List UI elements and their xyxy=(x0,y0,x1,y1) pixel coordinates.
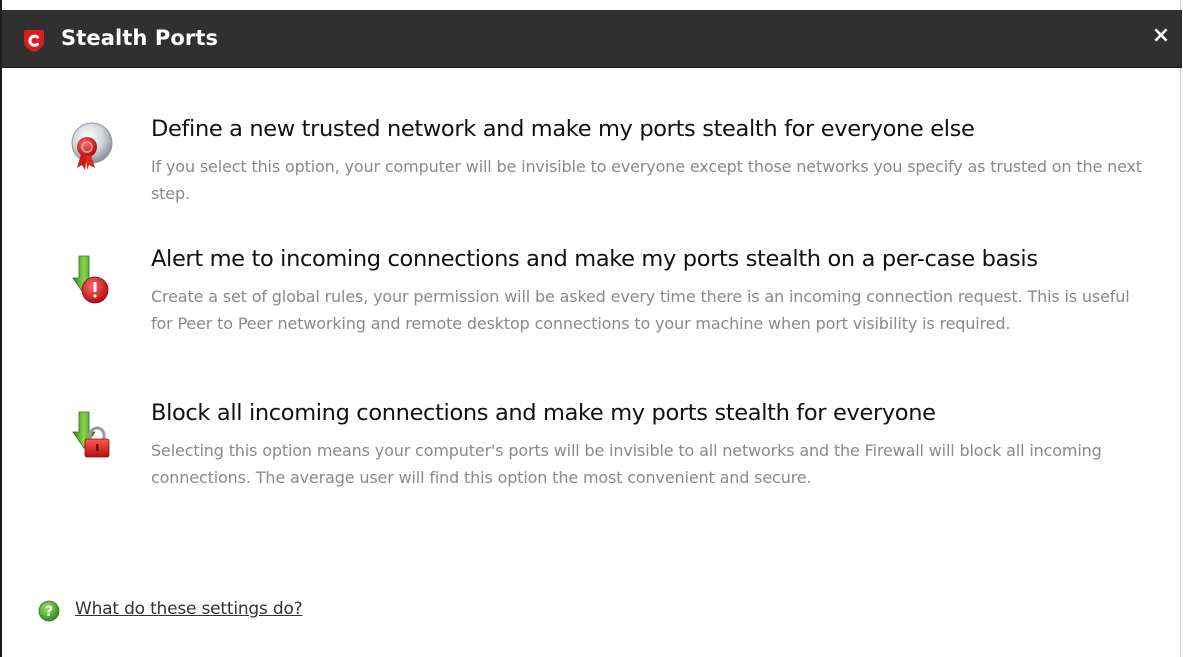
svg-text:?: ? xyxy=(45,604,53,620)
option-title: Define a new trusted network and make my… xyxy=(151,116,975,142)
block-connection-icon xyxy=(72,411,110,458)
close-icon[interactable]: × xyxy=(1150,24,1172,48)
trusted-network-icon xyxy=(71,122,113,170)
option-title: Block all incoming connections and make … xyxy=(151,400,936,426)
option-description: If you select this option, your computer… xyxy=(151,157,1142,203)
help-icon[interactable]: ? xyxy=(38,600,60,622)
alert-connection-icon xyxy=(72,255,109,304)
help-link[interactable]: What do these settings do? xyxy=(75,599,303,619)
option-description: Create a set of global rules, your permi… xyxy=(151,287,1130,333)
option-trusted-network[interactable]: Define a new trusted network and make my… xyxy=(62,116,1172,216)
option-title: Alert me to incoming connections and mak… xyxy=(151,246,1038,272)
window-title: Stealth Ports xyxy=(61,26,219,50)
comodo-logo-icon xyxy=(24,30,44,52)
option-alert-connections[interactable]: Alert me to incoming connections and mak… xyxy=(62,246,1172,374)
option-description: Selecting this option means your compute… xyxy=(151,441,1102,487)
title-bar[interactable]: Stealth Ports × xyxy=(2,10,1182,68)
stealth-ports-dialog: Stealth Ports × Define a new trusted net… xyxy=(0,0,1182,657)
option-block-connections[interactable]: Block all incoming connections and make … xyxy=(62,400,1172,500)
